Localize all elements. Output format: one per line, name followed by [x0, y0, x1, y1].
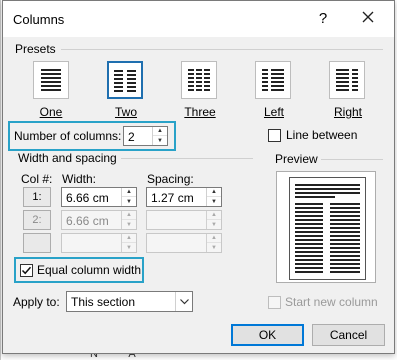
spinner-arrows: ▲ ▼: [206, 234, 221, 252]
spin-up-icon[interactable]: ▲: [122, 188, 136, 197]
width-spacing-group-label: Width and spacing: [18, 151, 117, 165]
cancel-button[interactable]: Cancel: [312, 324, 385, 346]
number-of-columns-value: 2: [128, 130, 135, 144]
col-header: Col #:: [21, 172, 53, 186]
spin-up-icon: ▲: [122, 211, 136, 220]
line-between-checkbox[interactable]: [268, 129, 281, 142]
apply-to-value: This section: [71, 295, 136, 309]
presets-group-line: [61, 49, 383, 50]
apply-to-label: Apply to:: [13, 295, 60, 309]
preset-left-button[interactable]: [255, 61, 291, 99]
preset-one-text: One: [39, 105, 63, 119]
help-button[interactable]: ?: [316, 10, 330, 27]
one-column-icon: [41, 69, 61, 91]
col-2-width-value: 6.66 cm: [66, 214, 109, 228]
preset-two-text: Two: [114, 105, 137, 119]
start-new-column-label: Start new column: [285, 295, 378, 309]
two-columns-icon: [114, 70, 136, 92]
checkmark-icon: [21, 266, 32, 275]
spin-down-icon: ▼: [126, 244, 132, 251]
col-2-width-spinner: 6.66 cm ▲ ▼: [61, 210, 137, 230]
left-column-icon: [262, 69, 284, 91]
spin-up-icon: ▲: [207, 234, 221, 243]
dialog-title: Columns: [13, 12, 65, 27]
number-of-columns-label: Number of columns:: [14, 129, 122, 143]
spinner-arrows[interactable]: ▲ ▼: [152, 127, 167, 145]
preset-one-button[interactable]: [33, 61, 69, 99]
col-1-spacing-value: 1.27 cm: [151, 191, 194, 205]
preview-two-columns-graphic: [295, 184, 360, 273]
col-2-spacing-spinner: ▲ ▼: [146, 210, 222, 230]
spin-up-icon: ▲: [122, 234, 136, 243]
right-column-icon: [336, 69, 358, 91]
spin-up-icon: ▲: [207, 211, 221, 220]
spin-down-icon[interactable]: ▼: [122, 197, 136, 206]
preview-page: [289, 177, 366, 280]
preset-right-button[interactable]: [329, 61, 365, 99]
preview-label: Preview: [275, 152, 318, 166]
col-2-button: 2:: [23, 210, 51, 230]
col-3-button: [23, 233, 51, 253]
spinner-arrows[interactable]: ▲ ▼: [121, 188, 136, 206]
spinner-arrows: ▲ ▼: [121, 211, 136, 229]
page-edge-line: [0, 0, 1, 360]
col-1-spacing-spinner[interactable]: 1.27 cm ▲ ▼: [146, 187, 222, 207]
title-bar: Columns ?: [3, 1, 394, 37]
spin-down-icon: ▼: [211, 221, 217, 228]
spin-down-icon[interactable]: ▼: [153, 136, 167, 145]
columns-dialog: Columns ? Presets One Two Three Left Rig…: [2, 0, 395, 354]
col-3-spacing-spinner: ▲ ▼: [146, 233, 222, 253]
preview-box: [276, 171, 376, 283]
equal-column-width-checkbox[interactable]: [20, 264, 33, 277]
spin-down-icon: ▼: [211, 244, 217, 251]
three-columns-icon: [188, 69, 210, 91]
spacing-header: Spacing:: [147, 172, 194, 186]
preset-left-label: Left: [249, 105, 299, 119]
spinner-arrows: ▲ ▼: [206, 211, 221, 229]
spinner-arrows: ▲ ▼: [121, 234, 136, 252]
col-1-button[interactable]: 1:: [23, 187, 51, 207]
preset-three-button[interactable]: [181, 61, 217, 99]
spin-up-icon[interactable]: ▲: [153, 127, 167, 136]
chevron-down-icon[interactable]: [175, 292, 192, 311]
presets-group-label: Presets: [15, 42, 56, 56]
preview-group-line: [321, 159, 383, 160]
equal-column-width-label: Equal column width: [37, 263, 142, 277]
spin-down-icon[interactable]: ▼: [207, 197, 221, 206]
col-1-width-value: 6.66 cm: [66, 191, 109, 205]
width-spacing-group-line: [121, 158, 253, 159]
preset-two-label: Two: [101, 105, 151, 119]
close-icon: [362, 11, 374, 23]
spin-down-icon: ▼: [126, 221, 132, 228]
spin-up-icon[interactable]: ▲: [207, 188, 221, 197]
number-of-columns-spinner[interactable]: 2 ▲ ▼: [123, 126, 168, 146]
close-button[interactable]: [360, 9, 378, 27]
line-between-label: Line between: [286, 128, 358, 142]
preset-one-label: One: [26, 105, 76, 119]
preset-two-button[interactable]: [107, 61, 143, 99]
col-1-width-spinner[interactable]: 6.66 cm ▲ ▼: [61, 187, 137, 207]
width-header: Width:: [62, 172, 97, 186]
preset-right-text: Right: [333, 105, 362, 119]
preset-three-label: Three: [175, 105, 225, 119]
apply-to-dropdown[interactable]: This section: [66, 291, 193, 312]
spinner-arrows[interactable]: ▲ ▼: [206, 188, 221, 206]
preset-right-label: Right: [323, 105, 373, 119]
start-new-column-checkbox: [268, 296, 281, 309]
ok-button[interactable]: OK: [231, 324, 304, 346]
preset-three-text: Three: [184, 105, 216, 119]
col-3-width-spinner: ▲ ▼: [61, 233, 137, 253]
preset-left-text: Left: [263, 105, 284, 119]
